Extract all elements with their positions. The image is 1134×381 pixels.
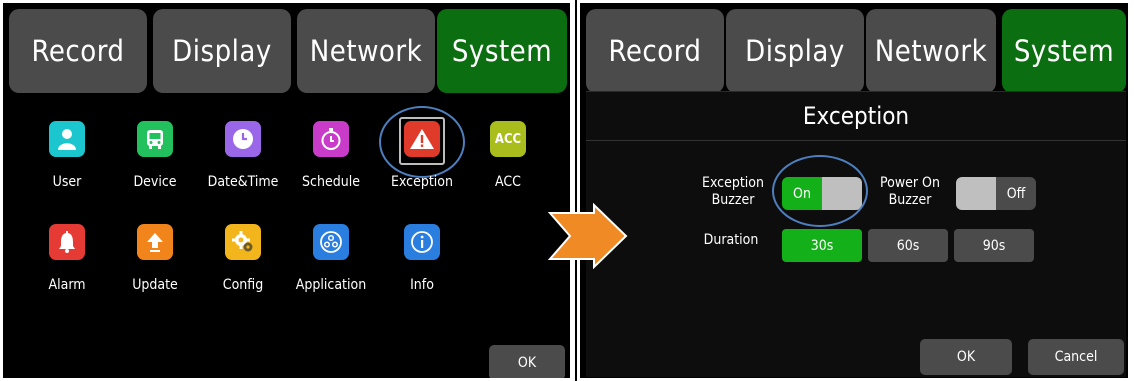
tile-label: ACC xyxy=(495,174,521,190)
tile-schedule[interactable]: Schedule xyxy=(289,121,373,190)
tile-label: Config xyxy=(222,277,264,293)
tab-display[interactable]: Display xyxy=(726,9,864,93)
exception-buzzer-label: Exception Buzzer xyxy=(702,175,764,208)
tab-network[interactable]: Network xyxy=(297,9,435,93)
tab-network[interactable]: Network xyxy=(866,9,996,93)
tile-label: Exception xyxy=(391,174,453,190)
duration-60s-button[interactable]: 60s xyxy=(868,229,948,262)
tile-label: Alarm xyxy=(48,277,86,293)
gear-icon xyxy=(225,224,261,260)
toggle-off-state: Off xyxy=(996,177,1036,210)
upload-arrow-icon xyxy=(137,224,173,260)
tile-alarm[interactable]: Alarm xyxy=(25,224,109,293)
tile-exception[interactable]: Exception xyxy=(380,121,464,190)
dialog-title: Exception xyxy=(802,102,910,130)
bus-icon xyxy=(137,121,173,157)
system-menu-screen: Record Display Network System User Devic… xyxy=(3,3,570,378)
tile-label: Device xyxy=(133,174,177,190)
tile-label: Update xyxy=(132,277,178,293)
tile-application[interactable]: Application xyxy=(289,224,373,293)
tile-label: User xyxy=(52,174,82,190)
tile-acc[interactable]: ACC ACC xyxy=(466,121,550,190)
info-icon xyxy=(404,224,440,260)
tab-record[interactable]: Record xyxy=(9,9,147,93)
tab-record[interactable]: Record xyxy=(586,9,724,93)
warning-icon xyxy=(404,121,440,157)
tab-display[interactable]: Display xyxy=(153,9,291,93)
tile-label: Date&Time xyxy=(207,174,279,190)
toggle-knob xyxy=(956,177,996,210)
tile-config[interactable]: Config xyxy=(201,224,285,293)
acc-icon: ACC xyxy=(490,121,526,157)
tab-system[interactable]: System xyxy=(437,9,567,93)
exception-settings-screen: Record Display Network System Exception … xyxy=(580,3,1128,378)
duration-30s-button[interactable]: 30s xyxy=(782,229,862,262)
bell-icon xyxy=(49,224,85,260)
tile-update[interactable]: Update xyxy=(113,224,197,293)
tile-user[interactable]: User xyxy=(25,121,109,190)
stopwatch-icon xyxy=(313,121,349,157)
orange-arrow-icon xyxy=(548,203,628,269)
tab-system[interactable]: System xyxy=(1002,9,1126,93)
title-separator xyxy=(586,140,1126,141)
ok-button[interactable]: OK xyxy=(920,339,1012,375)
tile-info[interactable]: Info xyxy=(380,224,464,293)
screenshot-divider xyxy=(575,0,577,381)
tile-date-time[interactable]: Date&Time xyxy=(201,121,285,190)
power-on-buzzer-toggle[interactable]: Off xyxy=(956,177,1036,210)
duration-90s-button[interactable]: 90s xyxy=(954,229,1034,262)
clock-icon xyxy=(225,121,261,157)
user-icon xyxy=(49,121,85,157)
cancel-button[interactable]: Cancel xyxy=(1028,339,1124,375)
duration-label: Duration xyxy=(703,232,759,248)
tile-label: Info xyxy=(410,277,434,293)
ok-button[interactable]: OK xyxy=(489,345,565,378)
apps-icon xyxy=(313,224,349,260)
tile-device[interactable]: Device xyxy=(113,121,197,190)
power-on-buzzer-label: Power On Buzzer xyxy=(880,175,940,208)
tile-label: Schedule xyxy=(302,174,360,190)
tile-label: Application xyxy=(295,277,367,293)
highlight-ring xyxy=(772,155,868,227)
